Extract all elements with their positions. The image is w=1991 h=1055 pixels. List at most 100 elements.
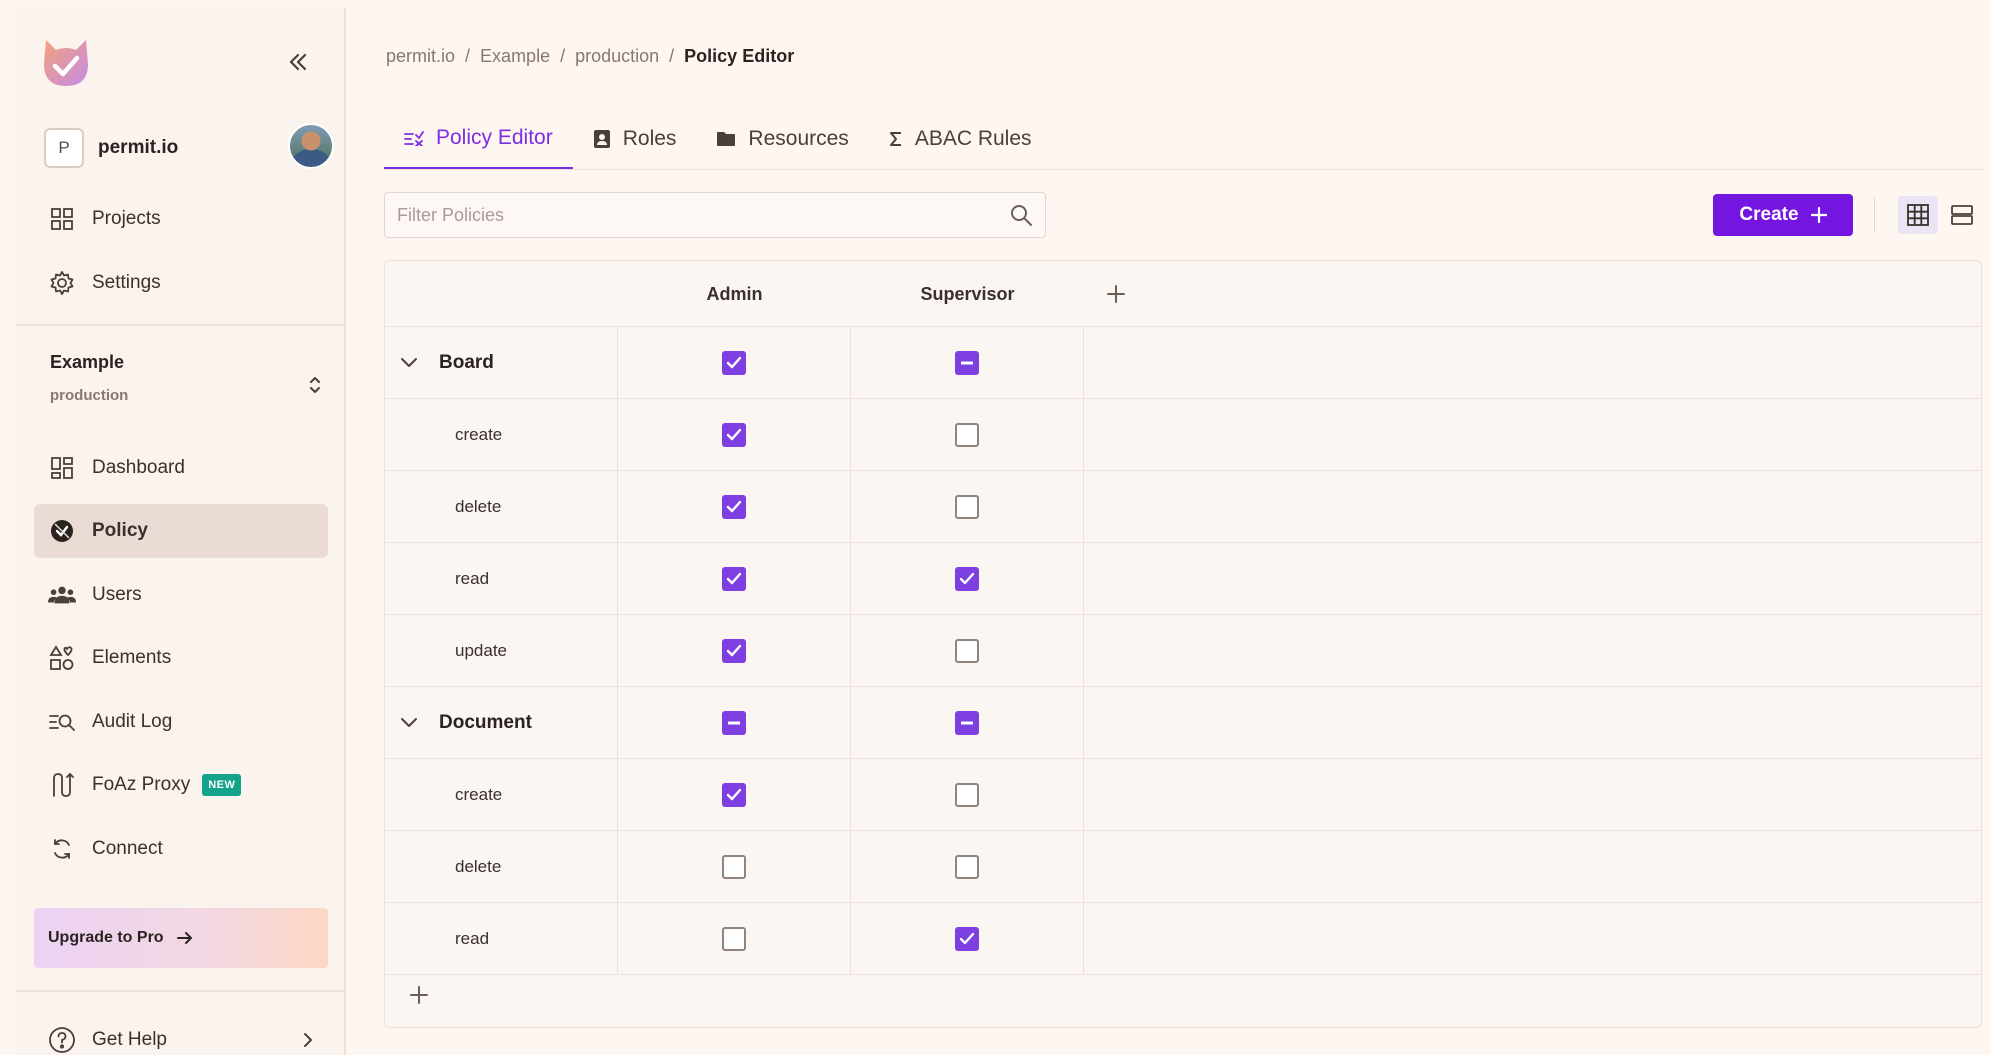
permission-cell [618,471,851,542]
main-content: permit.io / Example / production / Polic… [346,0,1991,1055]
row-name-cell: delete [385,471,618,542]
permission-checkbox-admin[interactable] [722,566,746,591]
list-view-button[interactable] [1942,196,1982,234]
action-name: delete [455,856,502,876]
arrow-right-icon [176,932,192,944]
permission-checkbox-supervisor[interactable] [955,566,979,591]
minus-icon [961,361,973,364]
upgrade-to-pro-button[interactable]: Upgrade to Pro [34,908,328,968]
create-button[interactable]: Create [1713,194,1853,236]
breadcrumb-current: Policy Editor [684,46,795,66]
permission-checkbox-admin[interactable] [722,854,746,879]
permission-cell [618,831,851,902]
gear-icon [48,269,76,297]
tab-roles[interactable]: Roles [573,108,697,170]
sidebar-item-users[interactable]: Users [34,568,328,622]
sidebar-item-label: Dashboard [92,457,185,478]
permission-checkbox-admin[interactable] [722,782,746,807]
row-name-cell: read [385,543,618,614]
sidebar-item-settings[interactable]: Settings [34,256,328,310]
permission-checkbox-supervisor[interactable] [955,926,979,951]
resource-name: Document [439,711,532,733]
check-icon [726,644,742,656]
sidebar-item-foaz-proxy[interactable]: FoAz Proxy NEW [34,758,328,812]
sidebar-item-elements[interactable]: Elements [34,631,328,685]
sidebar-item-dashboard[interactable]: Dashboard [34,441,328,495]
tab-abac-rules[interactable]: ABAC Rules [869,108,1052,170]
breadcrumb-separator: / [669,46,675,66]
action-row: update [385,615,1981,687]
toolbar-divider [1874,198,1875,232]
row-name-cell: delete [385,831,618,902]
table-header: Admin Supervisor [385,261,1981,327]
minus-icon [728,721,740,724]
chevron-down-icon[interactable] [397,357,421,369]
permission-checkbox-admin[interactable] [722,926,746,951]
org-name: permit.io [98,137,179,158]
get-help-label: Get Help [92,1029,167,1050]
breadcrumb-separator: / [560,46,566,66]
chevron-right-icon [304,1033,312,1047]
action-row: create [385,399,1981,471]
tab-label: Policy Editor [436,125,553,149]
permission-checkbox-supervisor[interactable] [955,710,979,735]
breadcrumb: permit.io / Example / production / Polic… [386,46,794,67]
tab-bar: Policy Editor Roles Resources ABAC Rules [384,108,1052,170]
user-avatar[interactable] [288,123,334,169]
permission-checkbox-admin[interactable] [722,494,746,519]
row-name-cell: update [385,615,618,686]
breadcrumb-link[interactable]: permit.io [386,46,455,67]
permission-checkbox-supervisor[interactable] [955,782,979,807]
search-icon[interactable] [1009,203,1033,227]
action-row: delete [385,471,1981,543]
permission-checkbox-admin[interactable] [722,638,746,663]
connect-icon [48,835,76,863]
action-name: read [455,928,490,948]
environment-name: production [50,387,129,404]
tab-bar-divider [384,169,1984,170]
sidebar-item-projects[interactable]: Projects [34,192,328,246]
check-icon [959,572,975,584]
check-icon [726,428,742,440]
add-resource-button[interactable] [405,981,433,1009]
breadcrumb-link[interactable]: production [575,46,659,67]
get-help-button[interactable]: Get Help [34,1018,328,1055]
permission-checkbox-supervisor[interactable] [955,494,979,519]
tab-resources[interactable]: Resources [696,108,868,170]
action-name: update [455,640,507,660]
double-chevron-left-icon [289,53,307,71]
environment-switcher[interactable]: Example production [50,352,330,422]
permission-checkbox-supervisor[interactable] [955,638,979,663]
tab-policy-editor[interactable]: Policy Editor [384,108,573,170]
tab-label: ABAC Rules [914,127,1032,150]
permission-checkbox-admin[interactable] [722,422,746,447]
resource-row: Board [385,327,1981,399]
permission-cell [618,759,851,830]
sidebar-item-label: Policy [92,520,148,541]
sidebar-divider [16,990,346,992]
permit-logo-icon[interactable] [40,34,92,90]
chevron-down-icon[interactable] [397,717,421,729]
row-name-cell: create [385,759,618,830]
add-role-button[interactable] [1103,281,1129,307]
filter-policies-input[interactable] [397,204,1009,226]
permission-cell [851,471,1084,542]
collapse-sidebar-button[interactable] [284,48,312,76]
permission-checkbox-supervisor[interactable] [955,422,979,447]
policy-table: Admin Supervisor Board create delete read up… [384,260,1982,1028]
sidebar-item-policy[interactable]: Policy [34,504,328,558]
permission-checkbox-admin[interactable] [722,710,746,735]
sidebar-item-connect[interactable]: Connect [34,822,328,876]
permission-cell [618,903,851,974]
permission-cell [851,543,1084,614]
permission-checkbox-supervisor[interactable] [955,350,979,375]
permission-checkbox-admin[interactable] [722,350,746,375]
row-name-cell: create [385,399,618,470]
permission-cell [851,615,1084,686]
table-view-button[interactable] [1898,196,1938,234]
breadcrumb-link[interactable]: Example [480,46,550,67]
sidebar-item-audit-log[interactable]: Audit Log [34,695,328,749]
permission-checkbox-supervisor[interactable] [955,854,979,879]
org-switcher[interactable]: P permit.io [44,120,334,176]
plus-icon [410,986,428,1004]
